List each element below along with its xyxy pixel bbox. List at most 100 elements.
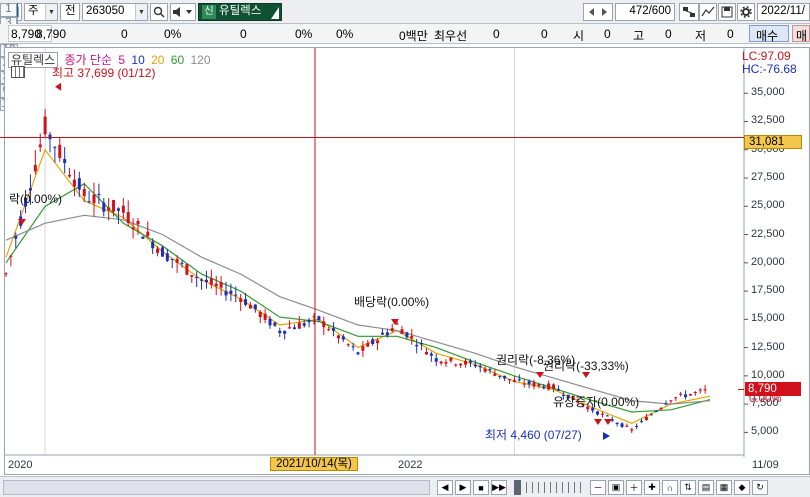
scale-icon[interactable]: ⇅ — [680, 480, 696, 495]
candle-body — [459, 363, 463, 366]
refresh-icon[interactable]: ↻ — [752, 480, 768, 495]
candle-body — [336, 335, 340, 339]
candle-body — [512, 380, 516, 382]
pin-icon[interactable]: ◆ — [734, 480, 750, 495]
candle-body — [248, 304, 252, 309]
y-tick-label: 5,000 — [751, 425, 779, 438]
candle-body — [322, 321, 326, 328]
candle-body — [68, 174, 72, 177]
candle-body — [649, 414, 653, 416]
zoom-in-icon[interactable]: ＋ — [626, 480, 642, 495]
candle-body — [556, 389, 560, 391]
candle-body — [58, 144, 62, 158]
candle-body — [376, 340, 380, 344]
candle-body — [415, 344, 419, 347]
cross-icon[interactable]: ✚ — [644, 480, 660, 495]
candle-body — [395, 323, 399, 325]
chart-bottom-bar: ◀ ▶ ■ ▶▶ － ▣ ＋ ✚ ∩ ⇅ ▤ ▦ ◆ ↻ — [0, 476, 810, 497]
zoom-slider-knob[interactable] — [514, 480, 521, 495]
candle-body — [605, 415, 609, 417]
fit-icon[interactable]: ▣ — [608, 480, 624, 495]
candle-body — [82, 189, 86, 197]
y-tick-label: 15,000 — [751, 312, 785, 325]
candle-body — [121, 205, 125, 213]
candle-body — [356, 352, 360, 355]
zoom-slider[interactable] — [514, 480, 584, 495]
candle-body — [400, 329, 404, 335]
candle-body — [180, 262, 184, 264]
candle-body — [547, 383, 551, 390]
candle-body — [449, 357, 453, 361]
playback-button-3[interactable]: ▶▶ — [491, 480, 507, 495]
low-marker-arrow — [603, 432, 610, 440]
candle-body — [244, 299, 248, 305]
candle-body — [527, 381, 531, 385]
candle-body — [522, 383, 526, 385]
candle-body — [307, 319, 311, 323]
candle-body — [239, 298, 243, 302]
candle-body — [112, 199, 116, 212]
candle-body — [33, 164, 37, 172]
print-icon[interactable]: ▤ — [698, 480, 714, 495]
crosshair-price-label: 31,081 — [744, 135, 802, 149]
candle-body — [341, 336, 345, 340]
candle-body — [630, 429, 634, 431]
event-arrow — [594, 419, 602, 425]
candle-body — [185, 264, 189, 275]
legend-ma120: 120 — [190, 53, 211, 67]
candle-body — [288, 327, 292, 329]
candle-body — [214, 283, 218, 287]
candle-body — [537, 384, 541, 387]
grid-view-icon[interactable]: ▦ — [716, 480, 732, 495]
candle-body — [77, 178, 81, 190]
candle-body — [136, 220, 140, 225]
candle-body — [635, 425, 639, 427]
candle-body — [366, 343, 370, 347]
capital-increase-annotation: 유상증자(0.00%) — [553, 395, 640, 409]
candle-body — [429, 353, 433, 356]
playback-button-1[interactable]: ▶ — [455, 480, 471, 495]
ex-dividend-left-annotation: 락(0.00%) — [9, 192, 63, 206]
candle-body — [669, 400, 673, 402]
lc-label: LC:97.09 — [742, 49, 791, 63]
candle-body — [229, 290, 233, 294]
magnet-icon[interactable]: ∩ — [662, 480, 678, 495]
candle-body — [107, 207, 111, 211]
candle-body — [444, 362, 448, 364]
candle-body — [43, 116, 47, 135]
candle-body — [385, 332, 389, 336]
playback-button-0[interactable]: ◀ — [437, 480, 453, 495]
candle-body — [552, 384, 556, 389]
candle-body — [346, 344, 350, 346]
candle-body — [302, 323, 306, 326]
candle-body — [390, 328, 394, 331]
event-arrow — [604, 419, 612, 425]
candle-body — [273, 322, 277, 326]
candle-body — [48, 134, 52, 140]
candle-body — [371, 339, 375, 345]
candle-body — [439, 361, 443, 364]
candle-body — [268, 318, 272, 326]
candle-body — [14, 236, 18, 239]
candle-body — [644, 417, 648, 421]
candle-body — [420, 343, 424, 345]
candle-body — [620, 423, 624, 427]
candle-body — [615, 422, 619, 424]
candle-body — [478, 365, 482, 368]
candle-body — [532, 382, 536, 387]
candle-body — [464, 360, 468, 365]
candle-body — [674, 397, 678, 399]
x-tick-label: 11/09 — [752, 459, 779, 471]
zoom-out-icon[interactable]: － — [590, 480, 606, 495]
data-grid-icon[interactable] — [11, 66, 25, 78]
x-tick-label: 2022 — [398, 459, 423, 471]
candle-body — [361, 346, 365, 351]
y-tick-label: 10,000 — [751, 368, 785, 381]
candle-body — [600, 413, 604, 415]
candle-body — [332, 328, 336, 331]
playback-button-2[interactable]: ■ — [473, 480, 489, 495]
candle-body — [72, 179, 76, 187]
chart-scrollbar[interactable] — [3, 480, 430, 495]
current-pct-label: 0.00% — [749, 393, 782, 405]
candle-body — [410, 336, 414, 339]
